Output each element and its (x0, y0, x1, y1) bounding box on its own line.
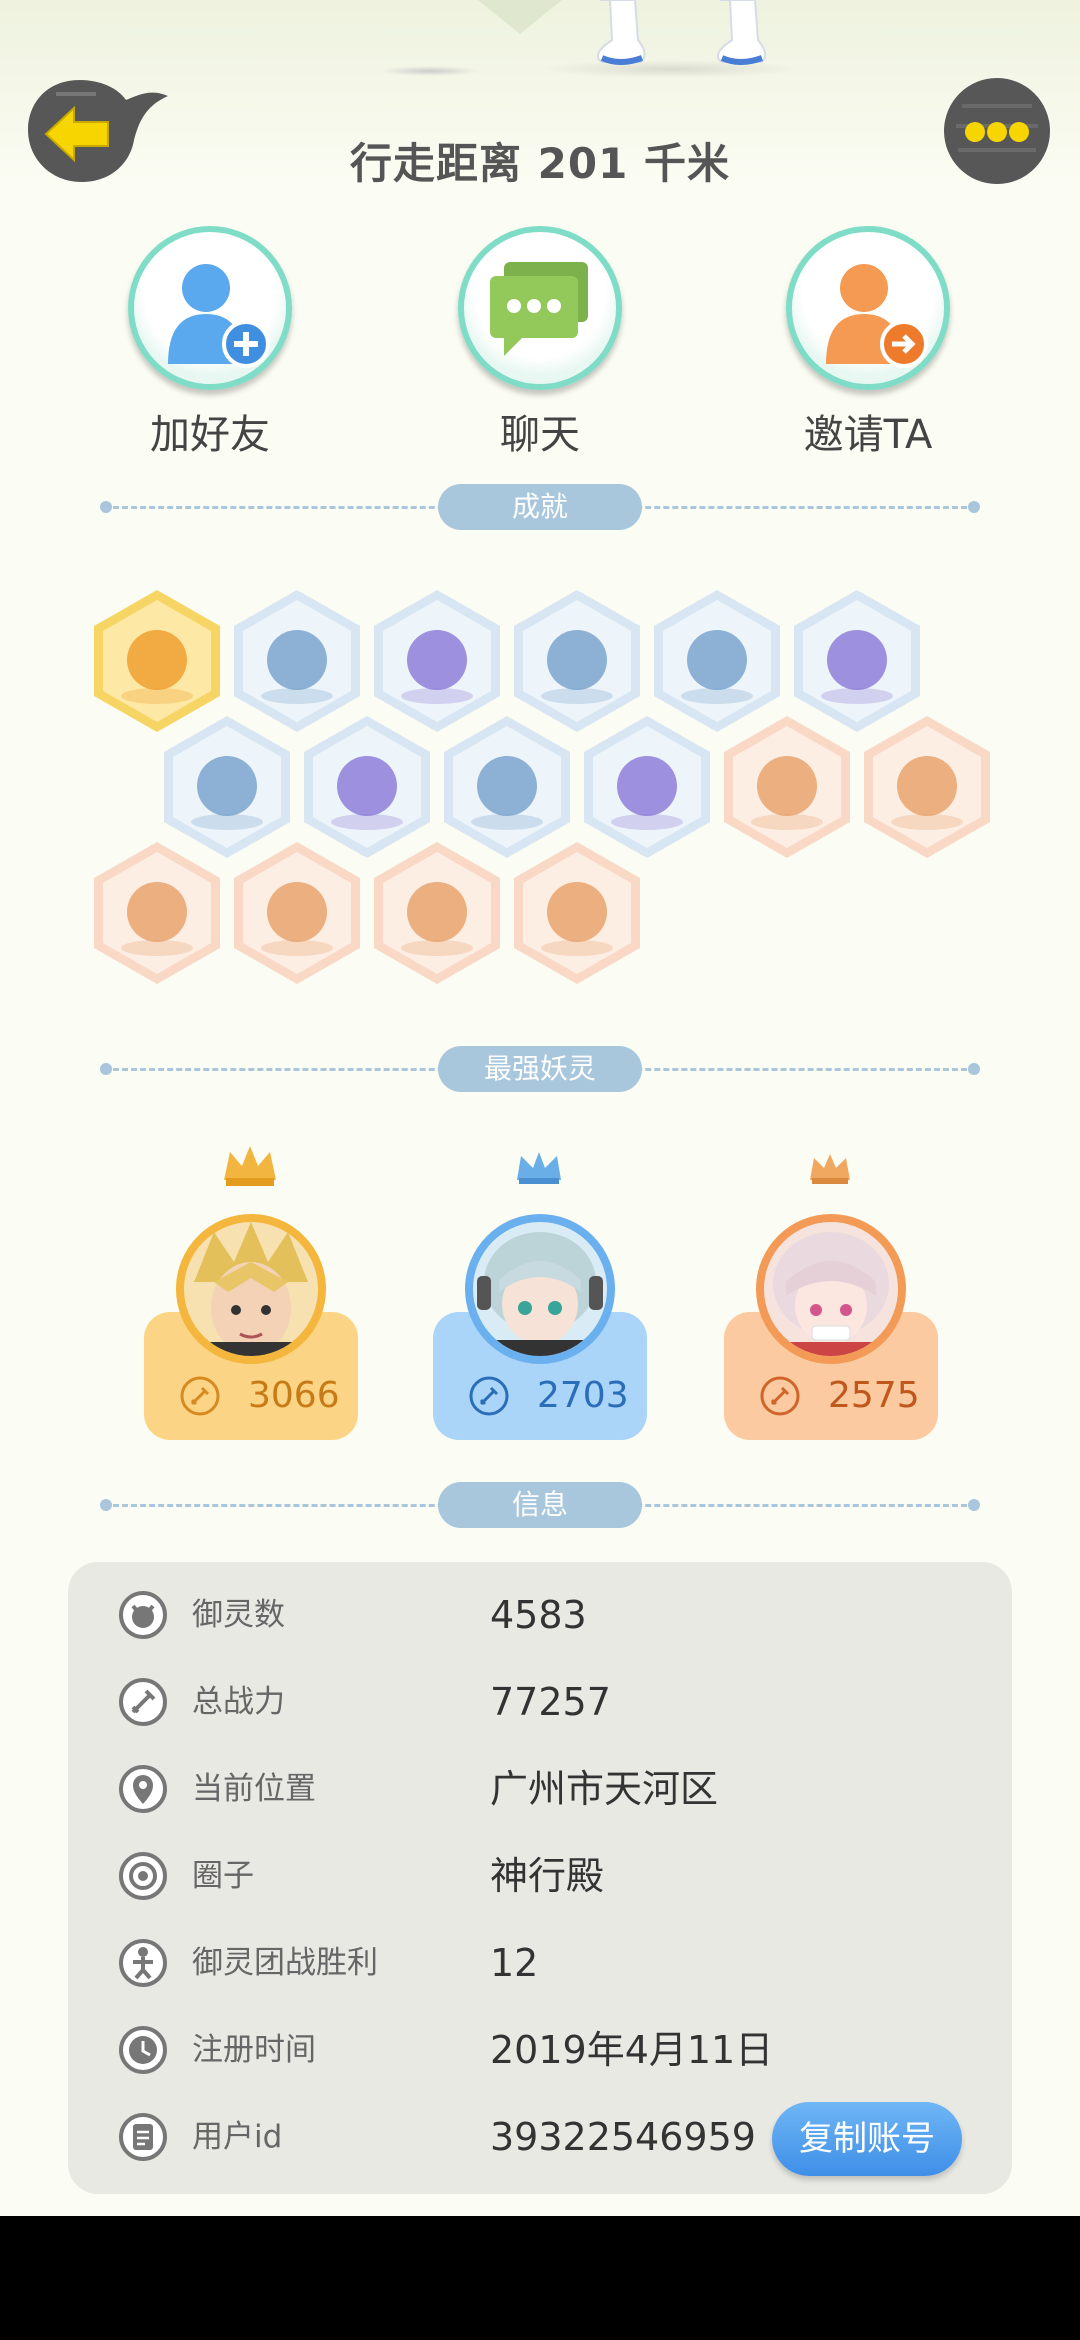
info-panel: 御灵数 4583 总战力 77257 当前位置 广州市天河区 圈子 神行殿 御灵… (68, 1562, 1012, 2194)
spirit-power: 3066 (144, 1366, 358, 1426)
spirit-avatar (756, 1214, 906, 1364)
trophy-figure-icon (119, 1939, 167, 1987)
add-friend-icon (128, 226, 292, 390)
demon-statue-badge-icon[interactable] (230, 840, 364, 986)
copy-account-button[interactable]: 复制账号 (772, 2102, 962, 2176)
invite-label: 邀请TA (803, 412, 933, 458)
blue-crown-icon (517, 1152, 561, 1184)
sneaker-badge-icon[interactable] (230, 588, 364, 734)
cat-duo-badge-icon[interactable] (370, 840, 504, 986)
info-value: 39322546959 (490, 2115, 756, 2159)
info-label: 用户id (192, 2119, 283, 2155)
info-header: 信息 (100, 1482, 980, 1528)
page-title: 行走距离 201 千米 (350, 139, 730, 188)
fish-dragon-badge-icon[interactable] (860, 714, 994, 860)
info-value: 广州市天河区 (490, 1767, 719, 1811)
spirit-card-1[interactable]: 3066 (144, 1140, 358, 1440)
strongest-header: 最强妖灵 (100, 1046, 980, 1092)
info-label: 当前位置 (192, 1771, 316, 1807)
gold-crown-icon (224, 1146, 276, 1186)
achievements-title: 成就 (438, 484, 642, 530)
spirit-count-icon (119, 1591, 167, 1639)
spirit-avatar (176, 1214, 326, 1364)
info-value: 12 (490, 1941, 539, 1985)
chat-button[interactable]: 聊天 (440, 226, 640, 460)
spirit-power: 2575 (724, 1366, 938, 1426)
fox-face-badge-icon[interactable] (90, 588, 224, 734)
spirit-power-value: 3066 (248, 1375, 340, 1416)
crystal-ball-badge-icon[interactable] (650, 588, 784, 734)
info-value: 77257 (490, 1680, 611, 1724)
spirit-card-3[interactable]: 2575 (724, 1140, 938, 1440)
add-friend-label: 加好友 (150, 412, 270, 458)
spirit-power-value: 2575 (828, 1375, 920, 1416)
chat-icon (458, 226, 622, 390)
spirit-power: 2703 (433, 1366, 647, 1426)
info-value: 2019年4月11日 (490, 2028, 774, 2072)
decorative-triangle (478, 0, 562, 34)
navigation-bar (0, 2216, 1080, 2340)
circle-target-icon (119, 1852, 167, 1900)
radar-badge-icon[interactable] (370, 588, 504, 734)
creature-badge-icon[interactable] (160, 714, 294, 860)
yinyang-box-badge-icon[interactable] (580, 714, 714, 860)
invite-button[interactable]: 邀请TA (768, 226, 968, 460)
location-pin-icon (119, 1765, 167, 1813)
ground-shadow (380, 66, 480, 76)
achievements-header: 成就 (100, 484, 980, 530)
fox-book-badge-icon[interactable] (510, 840, 644, 986)
info-row-location: 当前位置 广州市天河区 (68, 1754, 1012, 1824)
info-row-total-power: 总战力 77257 (68, 1667, 1012, 1737)
sword-icon (119, 1678, 167, 1726)
info-row-user-id: 用户id 39322546959 复制账号 (68, 2102, 1012, 2176)
shield-badge-icon[interactable] (90, 840, 224, 986)
info-row-spirit-count: 御灵数 4583 (68, 1580, 1012, 1650)
info-row-circle: 圈子 神行殿 (68, 1841, 1012, 1911)
cat-balloon-badge-icon[interactable] (440, 714, 574, 860)
add-friend-button[interactable]: 加好友 (110, 226, 310, 460)
sword-icon (760, 1376, 800, 1416)
info-value: 神行殿 (490, 1854, 605, 1898)
info-label: 御灵团战胜利 (192, 1945, 378, 1981)
strongest-title: 最强妖灵 (438, 1046, 642, 1092)
sword-icon (180, 1376, 220, 1416)
bronze-crown-icon (810, 1154, 850, 1184)
info-value: 4583 (490, 1593, 587, 1637)
info-label: 总战力 (192, 1684, 285, 1720)
invite-icon (786, 226, 950, 390)
info-label: 圈子 (192, 1858, 254, 1894)
user-id-icon (119, 2113, 167, 2161)
sword-icon (469, 1376, 509, 1416)
info-row-register-time: 注册时间 2019年4月11日 (68, 2015, 1012, 2085)
character-feet (596, 0, 767, 65)
info-label: 御灵数 (192, 1597, 285, 1633)
yinyang-wave-badge-icon[interactable] (790, 588, 924, 734)
spirit-avatar (465, 1214, 615, 1364)
info-title: 信息 (438, 1482, 642, 1528)
info-row-team-wins: 御灵团战胜利 12 (68, 1928, 1012, 1998)
spirit-power-value: 2703 (537, 1375, 629, 1416)
moon-badge-icon[interactable] (510, 588, 644, 734)
clock-icon (119, 2026, 167, 2074)
egg-badge-icon[interactable] (720, 714, 854, 860)
spirit-card-2[interactable]: 2703 (433, 1140, 647, 1440)
cart-badge-icon[interactable] (300, 714, 434, 860)
info-label: 注册时间 (192, 2032, 316, 2068)
chat-label: 聊天 (500, 412, 580, 458)
